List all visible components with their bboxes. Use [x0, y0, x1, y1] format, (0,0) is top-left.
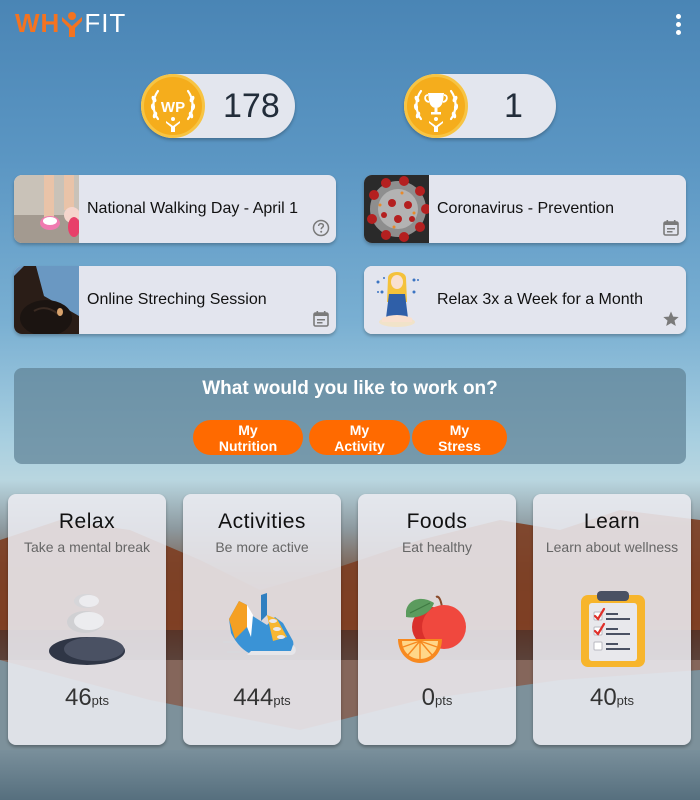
stretching-photo — [14, 266, 79, 334]
help-circle-icon[interactable] — [312, 219, 330, 237]
category-card-activities[interactable]: Activities Be more active 444pts — [183, 494, 341, 745]
event-card-relax-challenge[interactable]: Relax 3x a Week for a Month — [364, 266, 686, 334]
category-title: Foods — [406, 510, 468, 533]
stacked-stones-icon — [42, 589, 132, 669]
focus-title: What would you like to work on? — [202, 378, 498, 399]
app-header: WH FIT — [0, 0, 700, 46]
category-points: 40pts — [589, 684, 635, 711]
event-card-stretching[interactable]: Online Streching Session — [14, 266, 336, 334]
category-points: 444pts — [233, 684, 291, 711]
trophy-laurel-badge-icon — [404, 74, 468, 138]
svg-text:WP: WP — [161, 99, 185, 116]
category-points: 46pts — [64, 684, 110, 711]
wellness-points-value: 178 — [223, 87, 280, 125]
category-title: Activities — [218, 510, 306, 533]
category-card-foods[interactable]: Foods Eat healthy 0pts — [358, 494, 516, 745]
wp-laurel-badge-icon: WP — [141, 74, 205, 138]
whyfit-logo: WH FIT — [15, 8, 127, 38]
category-subtitle: Be more active — [215, 539, 309, 555]
coronavirus-image — [364, 175, 431, 243]
category-title: Relax — [58, 510, 116, 533]
clipboard-checklist-icon — [567, 589, 657, 669]
event-card-walking-day[interactable]: National Walking Day - April 1 — [14, 175, 336, 243]
running-shoe-icon — [217, 589, 307, 669]
category-points: 0pts — [421, 684, 453, 711]
star-icon[interactable] — [662, 310, 680, 328]
event-note-icon[interactable] — [662, 219, 680, 237]
event-card-coronavirus[interactable]: Coronavirus - Prevention — [364, 175, 686, 243]
walking-shoes-photo — [14, 175, 80, 243]
trophies-value: 1 — [504, 87, 523, 125]
trophies-pill[interactable]: 1 — [404, 74, 556, 138]
category-card-relax[interactable]: Relax Take a mental break 46pts — [8, 494, 166, 745]
category-title: Learn — [583, 510, 641, 533]
more-vert-icon[interactable] — [670, 12, 686, 36]
category-subtitle: Eat healthy — [401, 539, 473, 555]
my-stress-button[interactable]: My Stress — [412, 420, 507, 455]
my-activity-button[interactable]: My Activity — [309, 420, 410, 455]
logo-person-icon — [61, 11, 83, 37]
wellness-points-pill[interactable]: WP 178 — [141, 74, 295, 138]
apple-orange-icon — [392, 589, 482, 669]
category-subtitle: Take a mental break — [23, 539, 151, 555]
category-card-learn[interactable]: Learn Learn about wellness 40pts — [533, 494, 691, 745]
category-subtitle: Learn about wellness — [545, 539, 679, 555]
event-note-icon[interactable] — [312, 310, 330, 328]
meditation-illustration — [364, 266, 429, 334]
focus-area-panel: What would you like to work on? My Nutri… — [14, 368, 686, 464]
my-nutrition-button[interactable]: My Nutrition — [193, 420, 303, 455]
focus-button-group: My Nutrition My Activity My Stress — [14, 420, 686, 455]
